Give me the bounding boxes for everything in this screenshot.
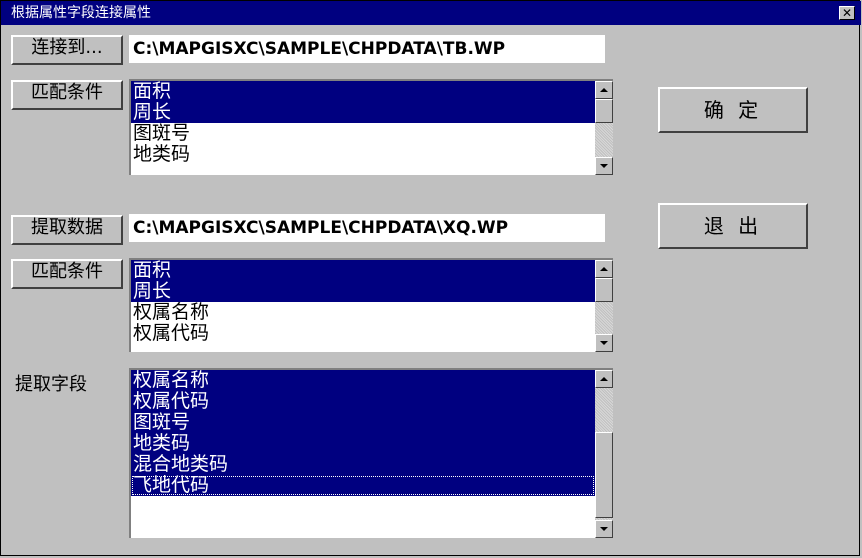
connect-to-label: 连接到... [31,37,103,58]
match-condition-list-1[interactable]: 面积 周长 图斑号 地类码 [129,79,613,175]
scrollbar-2[interactable] [595,260,613,352]
list-items-3: 权属名称 权属代码 图斑号 地类码 混合地类码 飞地代码 [131,370,595,496]
arrow-up-icon [600,377,608,381]
match-condition-label-1: 匹配条件 [31,82,103,103]
match-condition-list-2[interactable]: 面积 周长 权属名称 权属代码 [129,258,613,352]
close-icon[interactable]: ✕ [839,6,855,20]
list-item[interactable]: 图斑号 [131,123,595,144]
match-condition-label-2: 匹配条件 [31,261,103,282]
scroll-thumb[interactable] [595,99,613,123]
window-title: 根据属性字段连接属性 [11,5,151,21]
list-item[interactable]: 地类码 [131,144,595,165]
arrow-up-icon [600,267,608,271]
list-item[interactable]: 图斑号 [131,412,595,433]
list-item[interactable]: 权属代码 [131,391,595,412]
list-items-2: 面积 周长 权属名称 权属代码 [131,260,595,344]
list-item[interactable]: 地类码 [131,433,595,454]
ok-label: 确 定 [703,98,763,122]
list-item[interactable]: 权属名称 [131,302,595,323]
scroll-down-button[interactable] [595,157,613,175]
connect-to-button[interactable]: 连接到... [11,35,123,65]
extract-data-button[interactable]: 提取数据 [11,215,123,245]
ok-button[interactable]: 确 定 [658,87,808,133]
match-condition-button-1[interactable]: 匹配条件 [11,80,123,110]
list-items-1: 面积 周长 图斑号 地类码 [131,81,595,165]
list-item[interactable]: 周长 [131,281,595,302]
connect-path-field[interactable]: C:\MAPGISXC\SAMPLE\CHPDATA\TB.WP [129,35,605,63]
dialog-window: 根据属性字段连接属性 ✕ 连接到... C:\MAPGISXC\SAMPLE\C… [0,0,861,556]
scroll-thumb[interactable] [595,278,613,302]
list-item[interactable]: 面积 [131,260,595,281]
arrow-down-icon [600,164,608,168]
scroll-up-button[interactable] [595,370,613,388]
list-item[interactable]: 飞地代码 [131,475,595,496]
arrow-down-icon [600,341,608,345]
arrow-down-icon [600,527,608,531]
scrollbar-3[interactable] [595,370,613,538]
arrow-up-icon [600,88,608,92]
match-condition-button-2[interactable]: 匹配条件 [11,259,123,289]
list-item[interactable]: 混合地类码 [131,454,595,475]
list-item[interactable]: 面积 [131,81,595,102]
scroll-up-button[interactable] [595,81,613,99]
scrollbar-1[interactable] [595,81,613,175]
exit-label: 退 出 [703,214,763,238]
scroll-thumb[interactable] [595,432,613,518]
title-bar[interactable]: 根据属性字段连接属性 ✕ [1,1,861,25]
extract-data-label: 提取数据 [31,217,103,238]
list-item[interactable]: 权属代码 [131,323,595,344]
exit-button[interactable]: 退 出 [658,203,808,249]
list-item[interactable]: 权属名称 [131,370,595,391]
scroll-down-button[interactable] [595,520,613,538]
list-item[interactable]: 周长 [131,102,595,123]
scroll-up-button[interactable] [595,260,613,278]
extract-fields-list[interactable]: 权属名称 权属代码 图斑号 地类码 混合地类码 飞地代码 [129,368,613,538]
extract-path-field[interactable]: C:\MAPGISXC\SAMPLE\CHPDATA\XQ.WP [129,214,605,242]
scroll-down-button[interactable] [595,334,613,352]
extract-fields-label: 提取字段 [15,374,87,395]
